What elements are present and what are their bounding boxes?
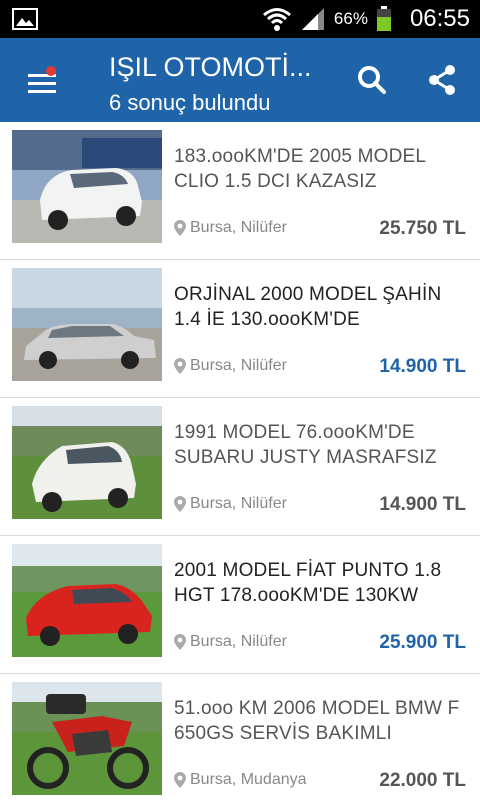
listing-price: 14.900 TL xyxy=(379,494,466,515)
image-notification-icon xyxy=(12,8,38,30)
listing-location: Bursa, Nilüfer xyxy=(174,219,287,237)
location-text: Bursa, Nilüfer xyxy=(190,357,287,374)
listing-title: 1991 MODEL 76.oooKM'DE SUBARU JUSTY MASR… xyxy=(174,422,437,468)
page-title: IŞIL OTOMOTİ... xyxy=(109,52,312,82)
location-pin-icon xyxy=(174,496,186,512)
list-item[interactable]: 183.oooKM'DE 2005 MODEL CLIO 1.5 DCI KAZ… xyxy=(0,122,480,260)
list-item[interactable]: 51.ooo KM 2006 MODEL BMW F 650GS SERVİS … xyxy=(0,674,480,800)
location-text: Bursa, Mudanya xyxy=(190,771,307,788)
car-photo xyxy=(12,544,162,657)
menu-button[interactable] xyxy=(22,64,62,98)
share-icon[interactable] xyxy=(424,62,460,98)
listing-price: 25.750 TL xyxy=(379,218,466,239)
listing-price: 14.900 TL xyxy=(379,356,466,377)
list-item[interactable]: 1991 MODEL 76.oooKM'DE SUBARU JUSTY MASR… xyxy=(0,398,480,536)
battery-percent: 66% xyxy=(333,9,368,28)
motorcycle-photo xyxy=(12,682,162,795)
car-photo xyxy=(12,268,162,381)
clock: 06:55 xyxy=(409,5,470,32)
location-text: Bursa, Nilüfer xyxy=(190,495,287,512)
location-pin-icon xyxy=(174,358,186,374)
listing-title: 51.ooo KM 2006 MODEL BMW F 650GS SERVİS … xyxy=(174,698,460,744)
location-pin-icon xyxy=(174,634,186,650)
listing-title: 183.oooKM'DE 2005 MODEL CLIO 1.5 DCI KAZ… xyxy=(174,146,426,192)
app-bar: IŞIL OTOMOTİ... 6 sonuç bulundu xyxy=(0,38,480,122)
signal-icon xyxy=(301,8,324,30)
notification-dot xyxy=(46,66,56,76)
listing-title: ORJİNAL 2000 MODEL ŞAHİN 1.4 İE 130.oooK… xyxy=(174,284,442,330)
location-text: Bursa, Nilüfer xyxy=(190,633,287,650)
location-pin-icon xyxy=(174,220,186,236)
car-photo xyxy=(12,406,162,519)
wifi-icon xyxy=(262,8,291,31)
result-count: 6 sonuç bulundu xyxy=(109,90,271,115)
location-pin-icon xyxy=(174,772,186,788)
search-icon[interactable] xyxy=(354,62,390,98)
listing-location: Bursa, Nilüfer xyxy=(174,633,287,651)
listing-location: Bursa, Nilüfer xyxy=(174,495,287,513)
status-bar: 66% 06:55 xyxy=(0,0,480,38)
listing-title: 2001 MODEL FİAT PUNTO 1.8 HGT 178.oooKM'… xyxy=(174,560,442,606)
battery-icon xyxy=(376,6,391,31)
listing-location: Bursa, Nilüfer xyxy=(174,357,287,375)
listing-price: 25.900 TL xyxy=(379,632,466,653)
listing-location: Bursa, Mudanya xyxy=(174,771,307,789)
car-photo xyxy=(12,130,162,243)
listing-list: 183.oooKM'DE 2005 MODEL CLIO 1.5 DCI KAZ… xyxy=(0,122,480,800)
listing-price: 22.000 TL xyxy=(379,770,466,791)
location-text: Bursa, Nilüfer xyxy=(190,219,287,236)
list-item[interactable]: 2001 MODEL FİAT PUNTO 1.8 HGT 178.oooKM'… xyxy=(0,536,480,674)
list-item[interactable]: ORJİNAL 2000 MODEL ŞAHİN 1.4 İE 130.oooK… xyxy=(0,260,480,398)
